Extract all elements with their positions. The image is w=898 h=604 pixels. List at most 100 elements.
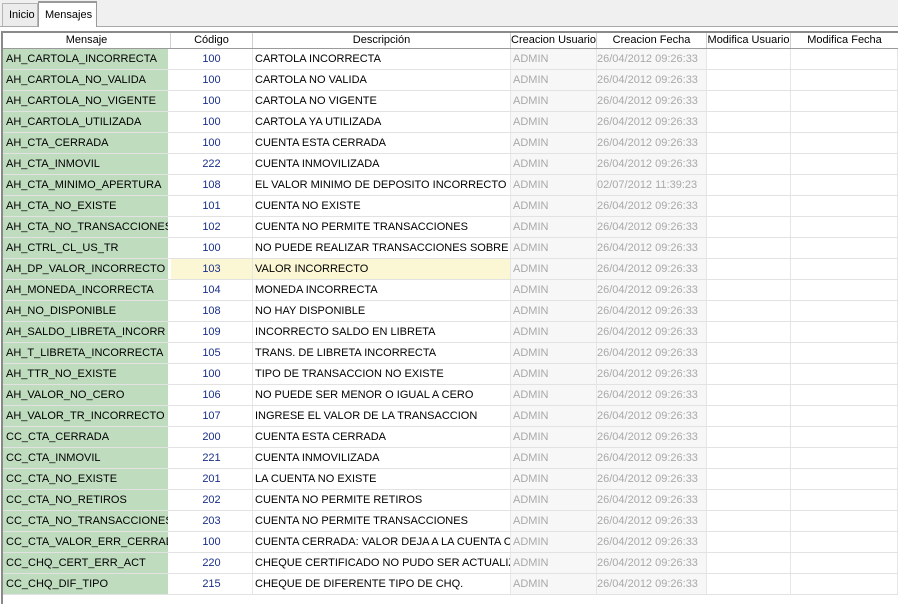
column-header-modifica-usuario[interactable]: Modifica Usuario <box>707 33 791 48</box>
cell-mensaje[interactable]: AH_CTA_NO_EXISTE <box>3 196 169 216</box>
cell-modifica-fecha[interactable] <box>791 469 898 489</box>
cell-creacion-fecha[interactable]: 26/04/2012 09:26:33 <box>597 574 707 594</box>
cell-modifica-fecha[interactable] <box>791 175 898 195</box>
cell-descripcion[interactable]: CHEQUE DE DIFERENTE TIPO DE CHQ. <box>253 574 511 594</box>
cell-descripcion[interactable]: VALOR INCORRECTO <box>253 259 511 279</box>
cell-creacion-fecha[interactable]: 26/04/2012 09:26:33 <box>597 133 707 153</box>
cell-codigo[interactable]: 100 <box>171 364 253 384</box>
table-row[interactable]: AH_CARTOLA_UTILIZADA 100 CARTOLA YA UTILIZ… <box>3 112 898 133</box>
table-row[interactable]: AH_VALOR_NO_CERO 106 NO PUEDE SER MENOR O … <box>3 385 898 406</box>
cell-mensaje[interactable]: CC_CTA_CERRADA <box>3 427 169 447</box>
cell-codigo[interactable]: 100 <box>171 532 253 552</box>
cell-creacion-fecha[interactable]: 26/04/2012 09:26:33 <box>597 364 707 384</box>
cell-descripcion[interactable]: CARTOLA INCORRECTA <box>253 49 511 69</box>
cell-descripcion[interactable]: LA CUENTA NO EXISTE <box>253 469 511 489</box>
cell-descripcion[interactable]: CARTOLA NO VALIDA <box>253 70 511 90</box>
cell-creacion-usuario[interactable]: ADMIN <box>511 511 597 531</box>
table-row[interactable]: AH_CTRL_CL_US_TR 100 NO PUEDE REALIZAR TRA… <box>3 238 898 259</box>
cell-codigo[interactable]: 215 <box>171 574 253 594</box>
cell-descripcion[interactable]: CARTOLA YA UTILIZADA <box>253 112 511 132</box>
table-row[interactable]: AH_MONEDA_INCORRECTA 104 MONEDA INCORRECTA… <box>3 280 898 301</box>
cell-creacion-usuario[interactable]: ADMIN <box>511 427 597 447</box>
cell-descripcion[interactable]: CHEQUE CERTIFICADO NO PUDO SER ACTUALIZA… <box>253 553 511 573</box>
cell-mensaje[interactable]: AH_TTR_NO_EXISTE <box>3 364 169 384</box>
cell-codigo[interactable]: 100 <box>171 91 253 111</box>
table-row[interactable]: AH_NO_DISPONIBLE 108 NO HAY DISPONIBLE ADMI… <box>3 301 898 322</box>
column-header-creacion-fecha[interactable]: Creacion Fecha <box>597 33 707 48</box>
cell-descripcion[interactable]: INCORRECTO SALDO EN LIBRETA <box>253 322 511 342</box>
cell-creacion-fecha[interactable]: 26/04/2012 09:26:33 <box>597 49 707 69</box>
cell-codigo[interactable]: 202 <box>171 490 253 510</box>
cell-creacion-fecha[interactable]: 26/04/2012 09:26:33 <box>597 448 707 468</box>
cell-codigo[interactable]: 109 <box>171 322 253 342</box>
cell-modifica-usuario[interactable] <box>707 553 791 573</box>
cell-modifica-fecha[interactable] <box>791 301 898 321</box>
cell-codigo[interactable]: 108 <box>171 175 253 195</box>
table-row[interactable]: CC_CTA_CERRADA 200 CUENTA ESTA CERRADA ADMI… <box>3 427 898 448</box>
cell-creacion-usuario[interactable]: ADMIN <box>511 406 597 426</box>
cell-modifica-fecha[interactable] <box>791 154 898 174</box>
cell-mensaje[interactable]: CC_CTA_INMOVIL <box>3 448 169 468</box>
cell-descripcion[interactable]: INGRESE EL VALOR DE LA TRANSACCION <box>253 406 511 426</box>
cell-codigo[interactable]: 201 <box>171 469 253 489</box>
table-row[interactable]: AH_CTA_NO_TRANSACCIONES 102 CUENTA NO PERM… <box>3 217 898 238</box>
table-row[interactable]: CC_CHQ_DIF_TIPO 215 CHEQUE DE DIFERENTE TI… <box>3 574 898 595</box>
table-row[interactable]: AH_CTA_MINIMO_APERTURA 108 EL VALOR MINIMO… <box>3 175 898 196</box>
cell-codigo[interactable]: 222 <box>171 154 253 174</box>
cell-modifica-fecha[interactable] <box>791 259 898 279</box>
cell-creacion-fecha[interactable]: 26/04/2012 09:26:33 <box>597 259 707 279</box>
cell-creacion-usuario[interactable]: ADMIN <box>511 238 597 258</box>
cell-modifica-fecha[interactable] <box>791 280 898 300</box>
cell-creacion-fecha[interactable]: 26/04/2012 09:26:33 <box>597 406 707 426</box>
cell-codigo[interactable]: 203 <box>171 511 253 531</box>
cell-creacion-fecha[interactable]: 26/04/2012 09:26:33 <box>597 532 707 552</box>
tab-inicio[interactable]: Inicio <box>2 3 38 26</box>
column-header-codigo[interactable]: Código <box>171 33 253 48</box>
table-row[interactable]: AH_T_LIBRETA_INCORRECTA 105 TRANS. DE LIBR… <box>3 343 898 364</box>
cell-modifica-usuario[interactable] <box>707 280 791 300</box>
cell-descripcion[interactable]: NO PUEDE SER MENOR O IGUAL A CERO <box>253 385 511 405</box>
cell-mensaje[interactable]: AH_MONEDA_INCORRECTA <box>3 280 169 300</box>
cell-descripcion[interactable]: NO PUEDE REALIZAR TRANSACCIONES SOBRE CU… <box>253 238 511 258</box>
cell-creacion-fecha[interactable]: 26/04/2012 09:26:33 <box>597 70 707 90</box>
cell-creacion-usuario[interactable]: ADMIN <box>511 259 597 279</box>
cell-mensaje[interactable]: CC_CHQ_CERT_ERR_ACT <box>3 553 169 573</box>
cell-modifica-usuario[interactable] <box>707 511 791 531</box>
table-row[interactable]: AH_VALOR_TR_INCORRECTO 107 INGRESE EL VALO… <box>3 406 898 427</box>
cell-creacion-usuario[interactable]: ADMIN <box>511 322 597 342</box>
cell-descripcion[interactable]: CUENTA NO PERMITE TRANSACCIONES <box>253 511 511 531</box>
cell-mensaje[interactable]: AH_CTA_NO_TRANSACCIONES <box>3 217 169 237</box>
cell-mensaje[interactable]: AH_CARTOLA_NO_VIGENTE <box>3 91 169 111</box>
cell-descripcion[interactable]: CUENTA CERRADA: VALOR DEJA A LA CUENTA C… <box>253 532 511 552</box>
table-row[interactable]: AH_CARTOLA_INCORRECTA 100 CARTOLA INCORREC… <box>3 49 898 70</box>
cell-descripcion[interactable]: CUENTA NO EXISTE <box>253 196 511 216</box>
table-row[interactable]: AH_CARTOLA_NO_VALIDA 100 CARTOLA NO VALIDA… <box>3 70 898 91</box>
cell-mensaje[interactable]: AH_DP_VALOR_INCORRECTO <box>3 259 169 279</box>
cell-modifica-fecha[interactable] <box>791 490 898 510</box>
cell-modifica-fecha[interactable] <box>791 532 898 552</box>
cell-mensaje[interactable]: CC_CTA_NO_TRANSACCIONES <box>3 511 169 531</box>
cell-codigo[interactable]: 105 <box>171 343 253 363</box>
cell-descripcion[interactable]: CUENTA NO PERMITE TRANSACCIONES <box>253 217 511 237</box>
table-row[interactable]: AH_CTA_NO_EXISTE 101 CUENTA NO EXISTE ADMIN… <box>3 196 898 217</box>
cell-creacion-usuario[interactable]: ADMIN <box>511 574 597 594</box>
cell-creacion-usuario[interactable]: ADMIN <box>511 385 597 405</box>
cell-modifica-usuario[interactable] <box>707 490 791 510</box>
cell-modifica-fecha[interactable] <box>791 511 898 531</box>
cell-creacion-fecha[interactable]: 26/04/2012 09:26:33 <box>597 469 707 489</box>
cell-mensaje[interactable]: AH_NO_DISPONIBLE <box>3 301 169 321</box>
column-header-descripcion[interactable]: Descripción <box>253 33 511 48</box>
table-row[interactable]: AH_CTA_INMOVIL 222 CUENTA INMOVILIZADA ADMI… <box>3 154 898 175</box>
cell-creacion-usuario[interactable]: ADMIN <box>511 364 597 384</box>
cell-codigo[interactable]: 104 <box>171 280 253 300</box>
cell-creacion-usuario[interactable]: ADMIN <box>511 49 597 69</box>
cell-mensaje[interactable]: CC_CTA_NO_RETIROS <box>3 490 169 510</box>
cell-modifica-usuario[interactable] <box>707 301 791 321</box>
cell-codigo[interactable]: 107 <box>171 406 253 426</box>
cell-descripcion[interactable]: CUENTA ESTA CERRADA <box>253 133 511 153</box>
cell-modifica-fecha[interactable] <box>791 238 898 258</box>
cell-modifica-usuario[interactable] <box>707 574 791 594</box>
cell-modifica-usuario[interactable] <box>707 112 791 132</box>
cell-descripcion[interactable]: TRANS. DE LIBRETA INCORRECTA <box>253 343 511 363</box>
cell-creacion-usuario[interactable]: ADMIN <box>511 448 597 468</box>
